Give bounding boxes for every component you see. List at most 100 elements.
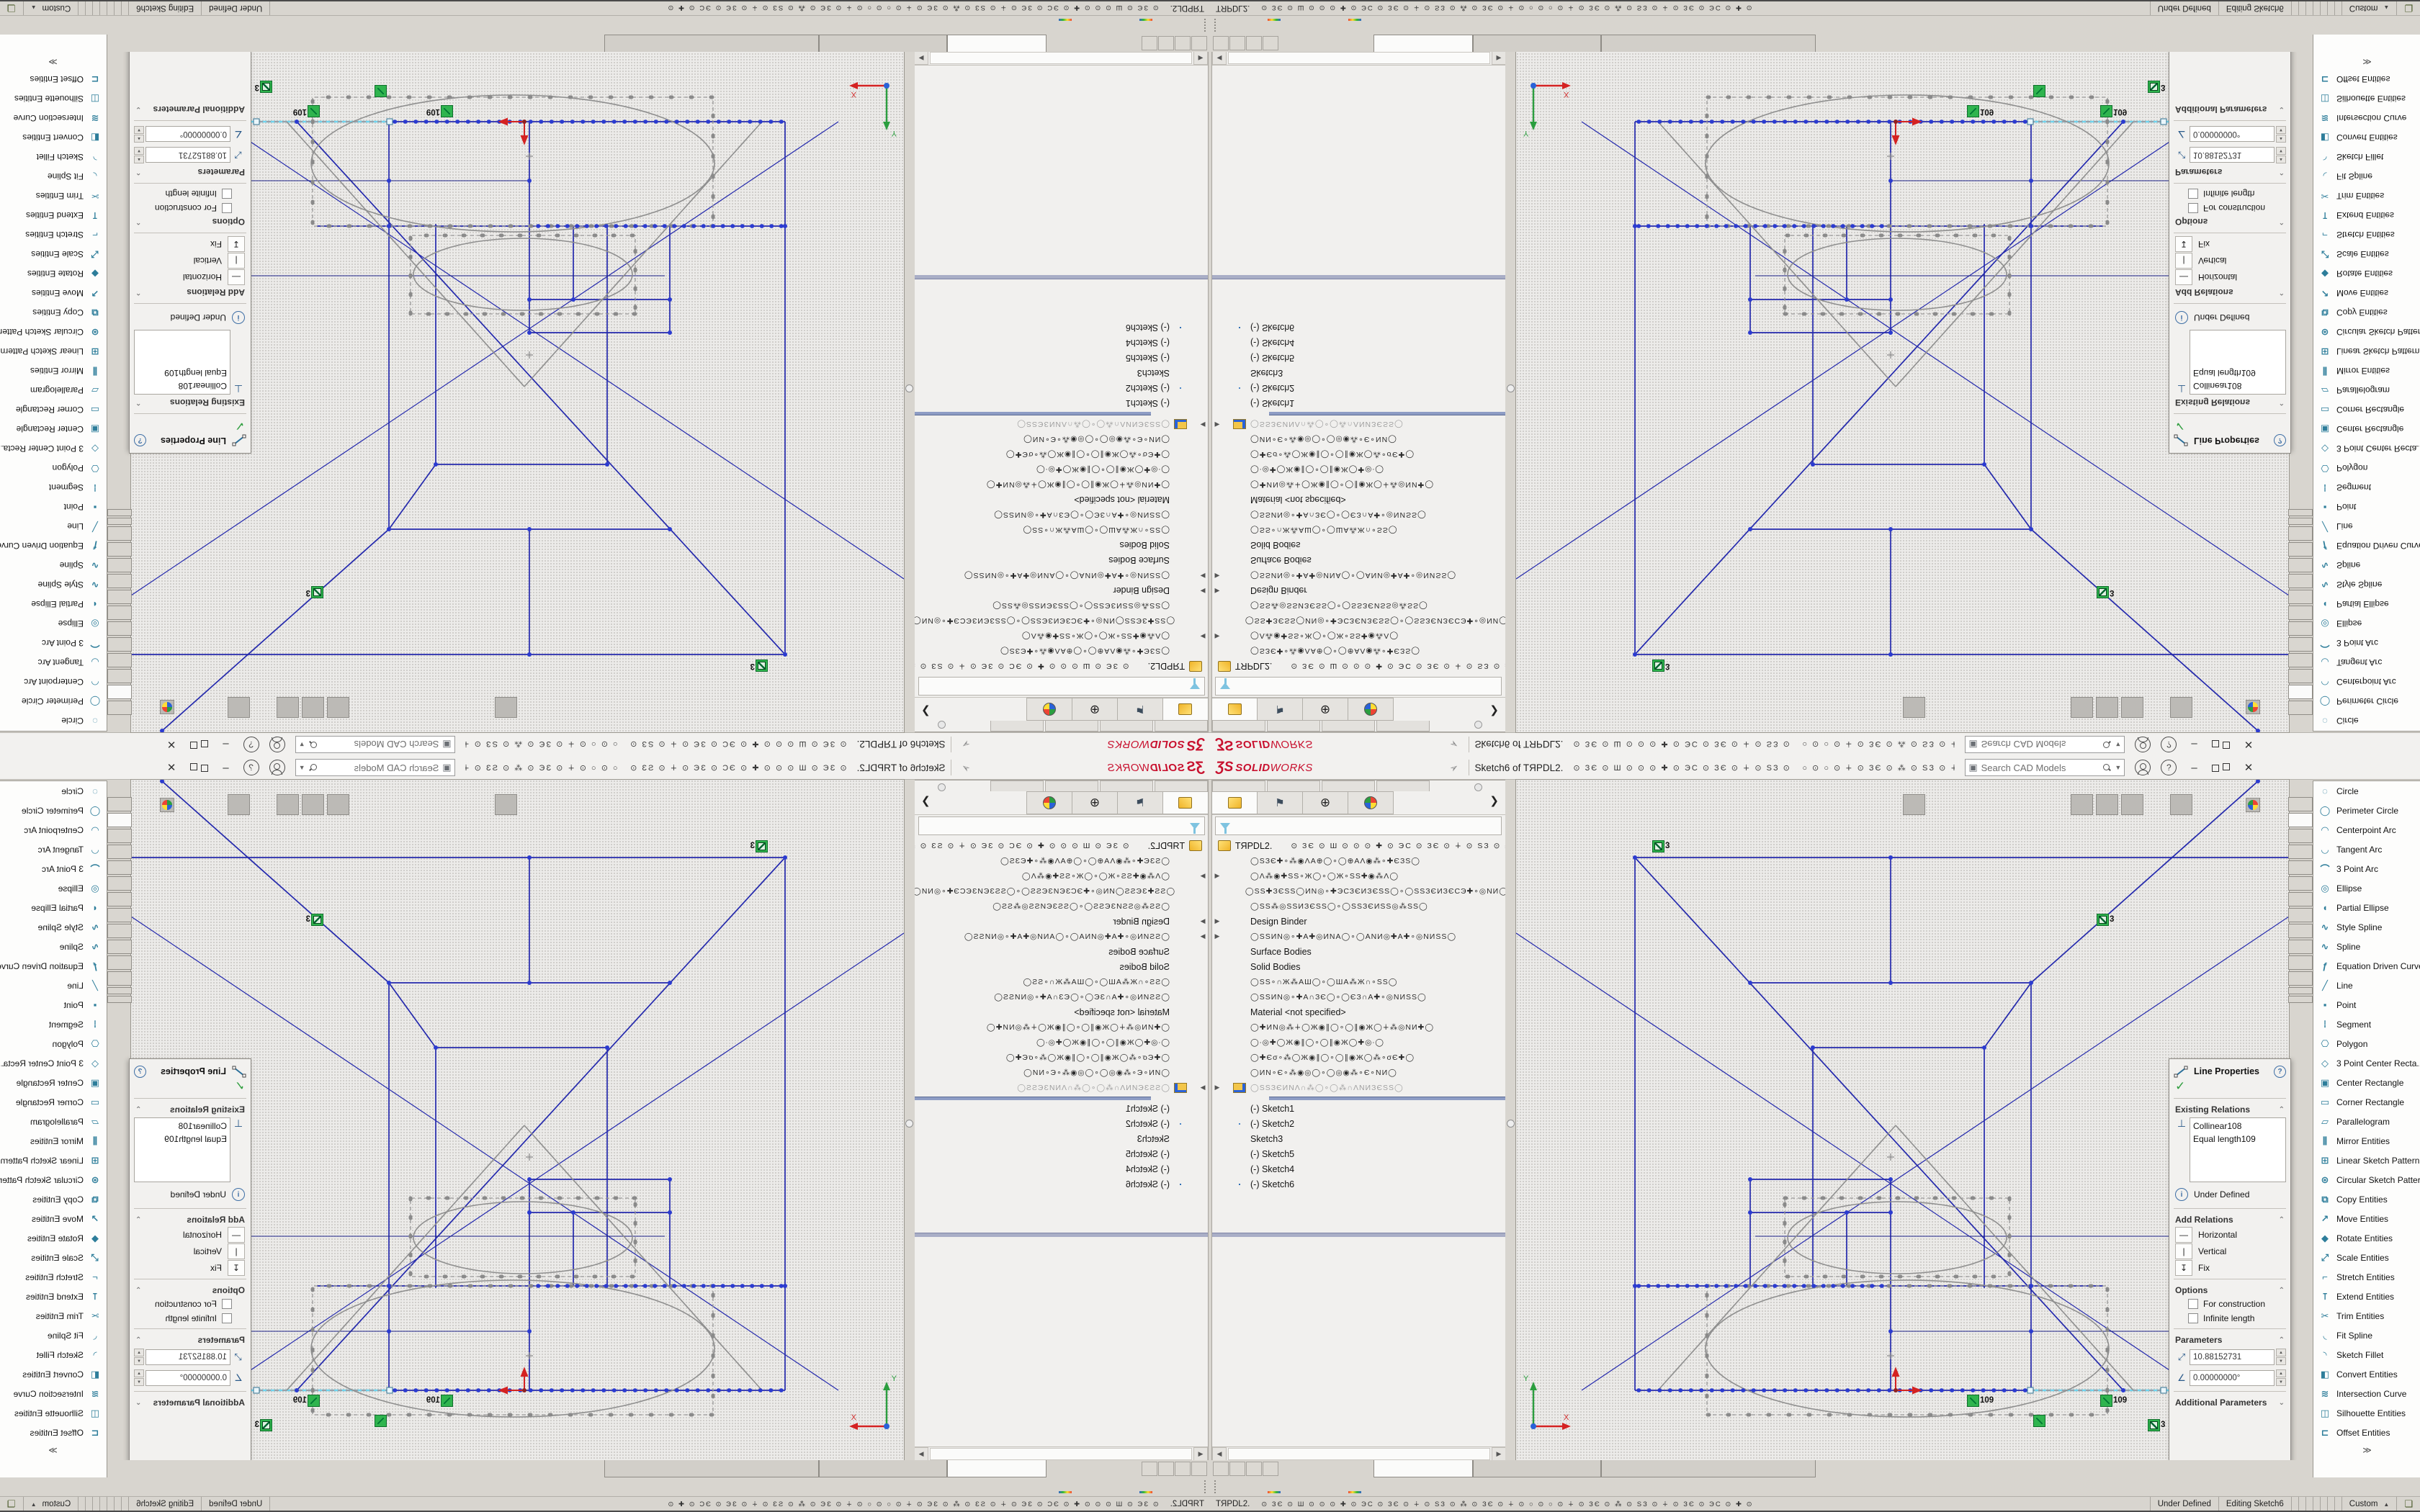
fm-tab-stub[interactable]	[1212, 721, 1265, 732]
sketch-tool-item[interactable]: ▭ Corner Rectangle	[0, 1092, 107, 1112]
command-tab[interactable]	[107, 860, 132, 875]
collapse-chevron-icon[interactable]: ⌃	[135, 1216, 141, 1224]
view-tool-icon[interactable]	[1608, 698, 1628, 717]
relation-badge[interactable]: 109	[426, 106, 453, 117]
sketch-tool-item[interactable]: ⌐ Stretch Entities	[0, 1267, 107, 1287]
command-tab[interactable]	[107, 955, 132, 970]
fm-tab-stub[interactable]	[1155, 721, 1208, 732]
tab-nav-icon[interactable]	[1158, 36, 1174, 50]
spin-down-icon[interactable]: ▼	[2276, 1357, 2286, 1365]
sketch-tool-item[interactable]: ƒ Equation Driven Curve	[2313, 956, 2420, 976]
fm-pane-splitter[interactable]	[914, 1233, 1208, 1237]
panel-splitter[interactable]	[905, 780, 915, 1460]
sketch-tool-item[interactable]: ▭ Corner Rectangle	[2313, 1092, 2420, 1112]
search-icon[interactable]	[2102, 740, 2111, 749]
view-tool-icon[interactable]	[1821, 698, 1842, 717]
command-tab[interactable]	[107, 924, 132, 938]
fm-tab-stub[interactable]	[1322, 721, 1375, 732]
bottom-tool-icon[interactable]	[1304, 17, 1325, 33]
spin-down-icon[interactable]: ▼	[2276, 147, 2286, 155]
sketch-tool-item[interactable]: ╱ Line	[2313, 517, 2420, 536]
bottom-tool-icon[interactable]	[1244, 17, 1264, 33]
toolbar-grip[interactable]	[1201, 1480, 1206, 1493]
scroll-left-icon[interactable]: ◀	[1212, 51, 1227, 65]
command-tab[interactable]	[2288, 908, 2313, 922]
tree-row[interactable]: ▶	[1212, 1095, 1506, 1101]
tab-displaymanager[interactable]	[1026, 698, 1072, 721]
command-tab[interactable]	[2288, 845, 2313, 859]
menu-item[interactable]	[1049, 742, 1068, 747]
command-tab[interactable]	[2288, 940, 2313, 954]
view-tool-icon[interactable]	[744, 698, 765, 717]
tree-row[interactable]: ▶ Material <not specified>	[1212, 492, 1506, 508]
relation-badge[interactable]: 3	[306, 914, 323, 925]
sketch-tool-item[interactable]: ◫ Silhouette Entities	[2313, 1403, 2420, 1423]
document-tab[interactable]	[819, 35, 947, 52]
tree-row[interactable]: ▶ Sketch3	[914, 1131, 1208, 1146]
view-tool-icon[interactable]	[601, 698, 622, 717]
option-row[interactable]: For construction	[2169, 201, 2290, 215]
view-tool-icon[interactable]	[1976, 795, 1996, 814]
tab-displaymanager[interactable]	[1348, 698, 1394, 721]
view-tool-icon[interactable]	[839, 698, 860, 717]
view-tool-icon[interactable]	[495, 794, 517, 815]
command-tab[interactable]	[2288, 669, 2313, 683]
tree-row[interactable]: ▶ ◯ЅЅИN◎∘✚А✚◎ИNА◯∘◯АNИ◎✚А✚∘◎NИЅЅ◯	[914, 568, 1208, 583]
view-tool-icon[interactable]	[447, 698, 468, 717]
collapse-chevron-icon[interactable]: ⌃	[135, 399, 141, 407]
tab-nav-icon[interactable]	[1142, 36, 1157, 50]
sketch-tool-item[interactable]: ∿ Style Spline	[2313, 575, 2420, 595]
bottom-tool-icon[interactable]	[1264, 17, 1284, 33]
view-tool-icon[interactable]	[768, 795, 789, 814]
pin-icon[interactable]: ➢	[1447, 760, 1461, 775]
sketch-tool-item[interactable]: ◯ Perimeter Circle	[2313, 801, 2420, 820]
sketch-tool-item[interactable]: ≋ Intersection Curve	[0, 1384, 107, 1403]
sketch-tool-item[interactable]: ◯ Perimeter Circle	[0, 801, 107, 820]
option-row[interactable]: For construction	[2169, 1297, 2290, 1311]
option-row[interactable]: Infinite length	[2169, 1311, 2290, 1326]
fm-expand-chevron-icon[interactable]: ❯	[914, 698, 938, 721]
sketch-tool-item[interactable]: ◫ Silhouette Entities	[0, 1403, 107, 1423]
command-tab[interactable]	[2288, 590, 2313, 604]
section-add-relations[interactable]: Add Relations⌃	[130, 286, 251, 300]
view-tool-icon[interactable]	[1631, 698, 1652, 717]
collapse-chevron-icon[interactable]: ⌃	[2279, 289, 2285, 297]
bottom-tool-icon[interactable]	[1136, 17, 1156, 33]
fm-tab-stub[interactable]	[990, 721, 1044, 732]
search-icon[interactable]	[2102, 763, 2111, 772]
expander-icon[interactable]: ▶	[1212, 917, 1222, 925]
sketch-tool-item[interactable]: ◠ Centerpoint Arc	[0, 672, 107, 692]
bottom-tool-icon[interactable]	[1224, 17, 1244, 33]
search-dropdown-icon[interactable]: ▼	[2115, 741, 2121, 748]
sketch-tool-item[interactable]: ƒ Equation Driven Curve	[2313, 536, 2420, 556]
sketch-tool-item[interactable]: ƒ Equation Driven Curve	[0, 956, 107, 976]
sketch-tool-item[interactable]: ◖ Partial Ellipse	[2313, 595, 2420, 614]
splitter-knob[interactable]	[905, 384, 913, 392]
fm-tab-stub[interactable]	[1267, 721, 1320, 732]
command-tab[interactable]	[107, 542, 132, 557]
sketch-tool-item[interactable]: ⎔ Polygon	[0, 459, 107, 478]
option-row[interactable]: Infinite length	[130, 186, 251, 201]
fm-collapse-handle[interactable]	[1474, 783, 1482, 791]
bottom-tool-icon[interactable]	[974, 1479, 995, 1495]
view-tool-icon[interactable]	[2146, 698, 2167, 717]
command-tab[interactable]	[2288, 621, 2313, 636]
sketch-tool-item[interactable]: ⊛ Circular Sketch Pattern	[2313, 323, 2420, 342]
view-tool-icon[interactable]	[1750, 698, 1771, 717]
view-tool-icon[interactable]	[2023, 698, 2044, 717]
scrollbar-track[interactable]	[1228, 52, 1490, 64]
menu-item[interactable]	[993, 765, 1012, 770]
section-existing-relations[interactable]: Existing Relations⌃	[130, 396, 251, 410]
view-tool-icon[interactable]	[696, 698, 717, 717]
add-relation-button[interactable]: ↧ Fix	[2175, 236, 2285, 252]
tree-row[interactable]: ▶ Sketch3	[1212, 1131, 1506, 1146]
sketch-tool-item[interactable]: ◖ Partial Ellipse	[0, 898, 107, 917]
view-tool-icon[interactable]	[2246, 701, 2260, 715]
collapse-chevron-icon[interactable]: ⌃	[135, 168, 141, 176]
view-tool-icon[interactable]	[578, 795, 599, 814]
command-tab[interactable]	[2288, 987, 2313, 994]
tree-row[interactable]: ▶ Design Binder	[914, 583, 1208, 598]
view-tool-icon[interactable]	[424, 698, 444, 717]
option-row[interactable]: For construction	[130, 1297, 251, 1311]
document-tab[interactable]	[604, 1460, 819, 1477]
